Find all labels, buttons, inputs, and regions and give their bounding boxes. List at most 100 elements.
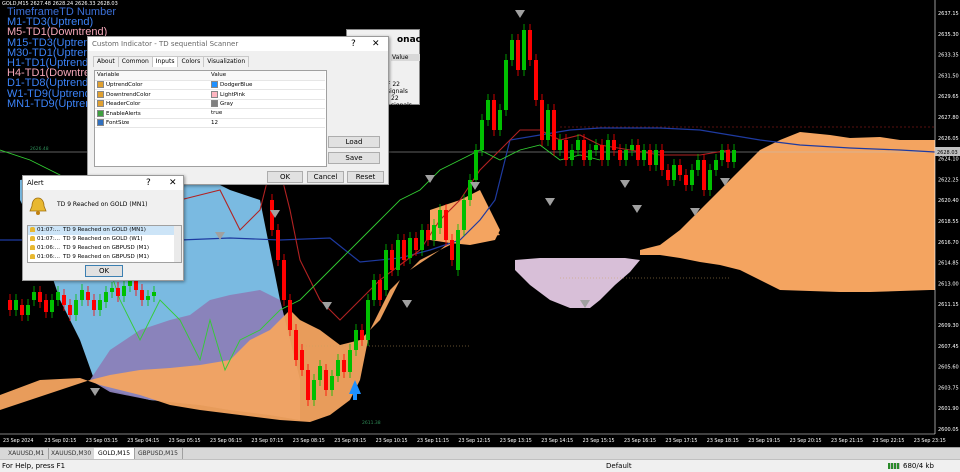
status-help: For Help, press F1 <box>2 462 66 470</box>
help-icon[interactable]: ? <box>351 37 356 51</box>
param-name-cell: EnableAlerts <box>95 108 209 119</box>
alert-row[interactable]: 01:06:... TD 9 Reached on GBPUSD (M1) <box>28 253 181 262</box>
alert-row[interactable]: 01:06:... TD 9 Reached on GBPUSD (M1) <box>28 244 181 253</box>
alert-row-text: TD 9 Reached on GOLD (MN1) <box>63 227 146 233</box>
alert-row[interactable]: 01:07:... TD 9 Reached on GOLD (MN1) <box>28 226 181 235</box>
price-tick: 2635.30 <box>938 32 959 38</box>
price-tick: 2627.80 <box>938 115 959 121</box>
param-value-cell[interactable]: Gray <box>209 99 325 109</box>
alert-row[interactable]: 01:07:... TD 9 Reached on GOLD (W1) <box>28 235 181 244</box>
close-icon[interactable]: ✕ <box>169 176 177 190</box>
symbol-tab[interactable]: GBPUSD,M15 <box>134 448 183 459</box>
param-icon <box>97 100 104 108</box>
param-value-cell[interactable]: true <box>209 108 325 119</box>
alert-ok-button[interactable]: OK <box>85 265 123 277</box>
param-value-cell[interactable]: DodgerBlue <box>209 80 325 90</box>
price-tick: 2611.15 <box>938 302 959 308</box>
current-price-label: 2628.03 <box>937 150 958 156</box>
time-tick: 23 Sep 22:15 <box>872 438 904 444</box>
params-table: Variable Value UptrendColor DodgerBlue Dow… <box>95 71 325 128</box>
bell-icon <box>30 254 35 259</box>
alert-row-time: 01:07:... <box>37 227 60 233</box>
tab-visualization[interactable]: Visualization <box>203 56 250 67</box>
close-icon[interactable]: ✕ <box>372 37 380 51</box>
time-tick: 23 Sep 15:15 <box>583 438 615 444</box>
price-chart[interactable]: 2637.15 2635.30 2633.35 2631.50 2629.65 2627.… <box>0 0 960 446</box>
tab-about[interactable]: About <box>93 56 119 67</box>
fib-row-0: F 22 signals <box>387 81 408 95</box>
param-row[interactable]: EnableAlerts true <box>95 108 325 119</box>
color-swatch <box>211 100 218 108</box>
time-tick: 23 Sep 12:15 <box>458 438 490 444</box>
time-tick: 23 Sep 05:15 <box>169 438 201 444</box>
time-tick: 23 Sep 11:15 <box>417 438 449 444</box>
price-marker-label: 2626.48 <box>30 146 49 152</box>
param-row[interactable]: UptrendColor DodgerBlue <box>95 80 325 90</box>
load-button[interactable]: Load <box>328 136 380 148</box>
color-swatch <box>211 90 218 98</box>
traffic-icon <box>888 463 900 469</box>
fib-col-value: Value <box>391 54 420 61</box>
param-value-cell[interactable]: 12 <box>209 118 325 128</box>
bell-icon <box>30 236 35 241</box>
symbol-tab[interactable]: XAUUSD,M1 <box>4 448 50 459</box>
time-tick: 23 Sep 2024 <box>3 438 33 444</box>
param-name-cell: FontSize <box>95 118 209 128</box>
price-tick: 2603.75 <box>938 385 959 391</box>
reset-button[interactable]: Reset <box>347 171 384 183</box>
param-name: HeaderColor <box>106 101 141 108</box>
time-tick: 23 Sep 17:15 <box>665 438 697 444</box>
time-tick: 23 Sep 21:15 <box>831 438 863 444</box>
param-row[interactable]: HeaderColor Gray <box>95 99 325 109</box>
price-tick: 2622.25 <box>938 177 959 183</box>
alert-list: 01:07:... TD 9 Reached on GOLD (MN1) 01:07… <box>27 225 182 263</box>
tab-common[interactable]: Common <box>117 56 153 67</box>
alert-list-scrollbar[interactable] <box>174 226 181 262</box>
tab-colors[interactable]: Colors <box>177 56 205 67</box>
param-value: DodgerBlue <box>220 82 253 89</box>
symbol-tab[interactable]: GOLD,M15 <box>94 448 136 459</box>
price-marker-label: 2611.38 <box>362 420 381 426</box>
tab-inputs[interactable]: Inputs <box>151 56 179 67</box>
time-axis: 23 Sep 2024 23 Sep 02:15 23 Sep 03:15 23 Se… <box>0 433 946 446</box>
bell-icon <box>30 245 35 250</box>
param-name: FontSize <box>106 120 130 127</box>
price-tick: 2614.85 <box>938 261 959 267</box>
param-name: DowntrendColor <box>106 91 151 98</box>
ichimoku-cloud-right <box>640 132 960 292</box>
price-tick: 2620.40 <box>938 198 959 204</box>
time-tick: 23 Sep 02:15 <box>44 438 76 444</box>
time-tick: 23 Sep 04:15 <box>127 438 159 444</box>
alert-row-time: 01:06:... <box>37 245 60 251</box>
param-value-cell[interactable]: LightPink <box>209 89 325 100</box>
help-icon[interactable]: ? <box>146 176 151 190</box>
time-tick: 23 Sep 16:15 <box>624 438 656 444</box>
alert-row-time: 01:06:... <box>37 254 60 260</box>
param-name-cell: UptrendColor <box>95 80 209 90</box>
status-bar: For Help, press F1 Default 680/4 kb <box>0 459 960 472</box>
param-name: UptrendColor <box>106 82 143 89</box>
time-tick: 23 Sep 14:15 <box>541 438 573 444</box>
param-icon <box>97 109 104 117</box>
alert-dialog: Alert ? ✕ TD 9 Reached on GOLD (MN1) 01:… <box>22 175 184 281</box>
indicator-dialog-title: Custom Indicator - TD sequential Scanner <box>92 40 239 48</box>
symbol-tab[interactable]: XAUUSD,M30 <box>47 448 97 459</box>
price-tick: 2609.30 <box>938 323 959 329</box>
cancel-button[interactable]: Cancel <box>307 171 344 183</box>
ok-button[interactable]: OK <box>267 171 303 183</box>
time-tick: 23 Sep 07:15 <box>251 438 283 444</box>
param-icon <box>97 119 104 127</box>
alert-message: TD 9 Reached on GOLD (MN1) <box>57 201 148 208</box>
fib-row-1: 22 signals <box>391 95 412 109</box>
param-value: 12 <box>211 119 218 126</box>
price-tick: 2633.35 <box>938 53 959 59</box>
param-row[interactable]: FontSize 12 <box>95 118 325 128</box>
save-button[interactable]: Save <box>328 152 380 164</box>
price-tick: 2631.50 <box>938 73 959 79</box>
ichimoku-cloud-pink <box>515 258 640 308</box>
col-variable: Variable <box>95 71 209 81</box>
param-value: LightPink <box>220 91 246 98</box>
indicator-dialog-titlebar: Custom Indicator - TD sequential Scanner… <box>88 37 388 51</box>
param-row[interactable]: DowntrendColor LightPink <box>95 89 325 100</box>
time-tick: 23 Sep 10:15 <box>376 438 408 444</box>
